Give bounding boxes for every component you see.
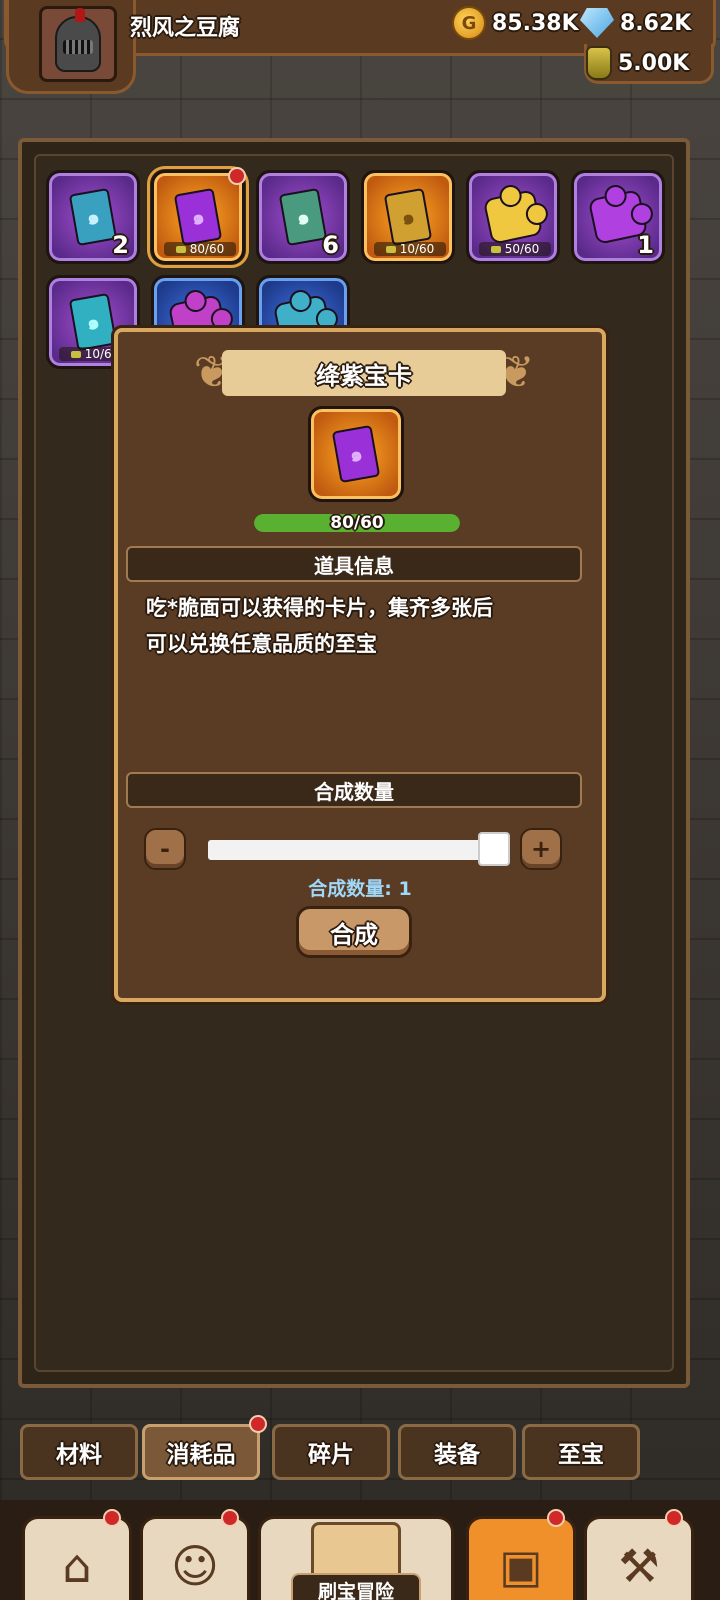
potion-amount: 5.00K <box>618 50 690 76</box>
slot-progress: 80/60 <box>164 242 236 256</box>
forge-badge <box>665 1509 683 1527</box>
adventure-label: 刷宝冒险 <box>291 1573 421 1600</box>
tab-1[interactable]: 消耗品 <box>142 1415 267 1480</box>
slot-count: 2 <box>112 231 129 259</box>
inventory-slot[interactable]: ๑2 <box>46 170 140 264</box>
tab-label: 材料 <box>56 1442 102 1468</box>
inventory-slot[interactable]: ๑ 10/60 <box>361 170 455 264</box>
avatar-frame[interactable] <box>6 0 136 94</box>
nav-shop-button[interactable]: ⌂ <box>22 1509 132 1600</box>
category-tabs: 材料 消耗品 碎片 装备 至宝 <box>20 1415 700 1482</box>
purple-card-icon: ๑ <box>173 187 223 247</box>
hero-badge <box>221 1509 239 1527</box>
tab-3[interactable]: 装备 <box>398 1424 516 1480</box>
gem-icon <box>580 8 614 38</box>
dialog-title: 绛紫宝卡 <box>222 350 506 396</box>
tab-label: 至宝 <box>558 1442 604 1468</box>
player-name: 烈风之豆腐 <box>130 16 241 41</box>
tab-label: 消耗品 <box>166 1442 236 1468</box>
nav-hero-button[interactable]: ☺ <box>140 1509 250 1600</box>
gem-amount: 8.62K <box>620 10 692 36</box>
teal-card-icon: ๑ <box>68 187 118 247</box>
item-info-header: 道具信息 <box>126 546 582 582</box>
increase-button[interactable]: + <box>520 828 562 870</box>
nav-bag-button[interactable]: ▣ <box>466 1509 576 1600</box>
dialog-item-icon: ๑ <box>308 406 404 502</box>
slot-count: 1 <box>637 231 654 259</box>
potion-resource[interactable]: 5.00K <box>586 46 689 80</box>
tab-badge <box>249 1415 267 1433</box>
gold-card-icon: ๑ <box>383 187 433 247</box>
tab-4[interactable]: 至宝 <box>522 1424 640 1480</box>
slot-progress: 10/60 <box>374 242 446 256</box>
gold-resource[interactable]: G 85.38K <box>452 6 579 40</box>
inventory-slot[interactable]: ๑6 <box>256 170 350 264</box>
yellow-puzzle-fragment-icon <box>482 189 544 245</box>
dialog-progress-text: 80/60 <box>330 514 384 532</box>
item-detail-dialog: ❦ ❦ 绛紫宝卡 ๑ 80/60 道具信息 吃*脆面可以获得的卡片，集齐多张后 … <box>114 328 606 1002</box>
inventory-slot[interactable]: ๑ 80/60 <box>147 166 249 268</box>
tab-label: 装备 <box>434 1442 480 1468</box>
top-header: 烈风之豆腐 G 85.38K 8.62K 5.00K <box>0 0 720 96</box>
inventory-slot[interactable]: 1 <box>571 170 665 264</box>
compose-button[interactable]: 合成 <box>296 906 412 958</box>
gold-amount: 85.38K <box>492 10 579 36</box>
decrease-button[interactable]: - <box>144 828 186 870</box>
bottom-navigation: ⌂ ☺ 刷宝冒险 ▣ ⚒ <box>0 1500 720 1600</box>
nav-adventure-button[interactable]: 刷宝冒险 <box>258 1516 454 1600</box>
forge-icon: ⚒ <box>618 1539 660 1593</box>
gold-coin-icon: G <box>452 6 486 40</box>
hero-icon: ☺ <box>171 1539 219 1593</box>
description-line-2: 可以兑换任意品质的至宝 <box>146 632 377 656</box>
slot-count: 6 <box>322 231 339 259</box>
quantity-slider-thumb[interactable] <box>478 832 510 866</box>
bag-badge <box>547 1509 565 1527</box>
tab-label: 碎片 <box>308 1442 354 1468</box>
potion-icon <box>586 46 612 80</box>
tab-2[interactable]: 碎片 <box>272 1424 390 1480</box>
shop-icon: ⌂ <box>62 1539 92 1593</box>
quantity-slider-track[interactable] <box>208 840 508 860</box>
bag-icon: ▣ <box>499 1539 543 1593</box>
cyan-card-icon: ๑ <box>68 292 118 352</box>
description-line-1: 吃*脆面可以获得的卡片，集齐多张后 <box>146 596 493 620</box>
item-description: 吃*脆面可以获得的卡片，集齐多张后 可以兑换任意品质的至宝 <box>146 590 576 662</box>
compose-quantity-header: 合成数量 <box>126 772 582 808</box>
shop-badge <box>103 1509 121 1527</box>
slot-progress: 50/60 <box>479 242 551 256</box>
knight-helmet-icon <box>55 8 101 72</box>
avatar[interactable] <box>39 6 117 82</box>
dialog-progress-bar: 80/60 <box>254 514 460 532</box>
compose-quantity-label: 合成数量: 1 <box>308 878 412 900</box>
slot-badge <box>228 167 246 185</box>
green-card-icon: ๑ <box>278 187 328 247</box>
inventory-slot[interactable]: 50/60 <box>466 170 560 264</box>
nav-forge-button[interactable]: ⚒ <box>584 1509 694 1600</box>
purple-card-icon: ๑ <box>331 424 381 484</box>
gem-resource[interactable]: 8.62K <box>580 6 691 40</box>
tab-0[interactable]: 材料 <box>20 1424 138 1480</box>
